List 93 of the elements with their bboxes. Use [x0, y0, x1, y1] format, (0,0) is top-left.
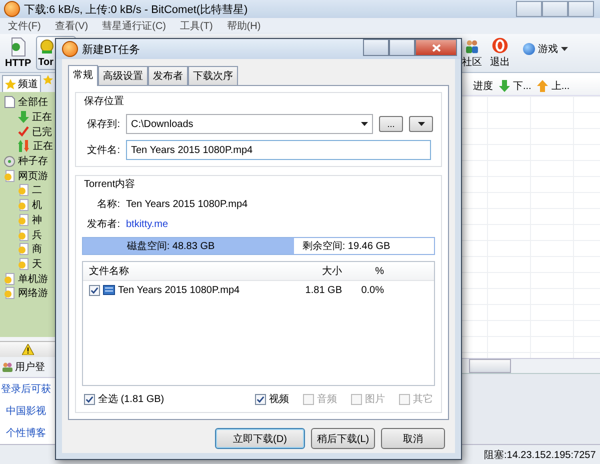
dialog-title: 新建BT任务	[82, 42, 140, 56]
checkbox[interactable]	[255, 394, 266, 404]
tree-item[interactable]: 商	[32, 242, 42, 256]
minimize-button[interactable]	[363, 39, 389, 56]
page-icon	[4, 96, 15, 108]
window-title: 下载:6 kB/s, 上传:0 kB/s - BitComet(比特彗星)	[24, 2, 248, 16]
filename-field[interactable]: Ten Years 2015 1080P.mp4	[126, 140, 431, 160]
link[interactable]: 个性博客	[0, 422, 56, 444]
tab[interactable]: 常规	[68, 65, 98, 86]
percent-text: 0.0%	[360, 284, 385, 296]
menu-item[interactable]: 查看(V)	[54, 19, 88, 33]
group-title: Torrent内容	[84, 178, 136, 191]
toolbar-button[interactable]: 退出	[487, 36, 513, 70]
tree-item[interactable]: 单机游	[18, 272, 48, 286]
star-icon	[43, 75, 53, 85]
panel-title: 用户登	[15, 360, 45, 374]
tab[interactable]: 发布者	[148, 66, 188, 85]
dialog-button[interactable]: 立即下载(D)	[215, 428, 305, 449]
close-icon	[432, 44, 440, 52]
down-arrow-icon	[18, 111, 29, 124]
group-title: 保存位置	[84, 94, 125, 108]
caret-icon	[361, 122, 368, 126]
tree-item[interactable]: 兵	[32, 228, 42, 242]
up-arrow-icon	[537, 80, 548, 92]
maximize-button[interactable]	[389, 39, 415, 56]
file-name: Ten Years 2015 1080P.mp4	[118, 284, 240, 296]
disc-icon	[4, 156, 15, 167]
video-file-icon	[103, 285, 115, 295]
disk-free-text: 剩余空间: 19.46 GB	[302, 240, 390, 253]
checkmark-icon	[18, 126, 29, 138]
toolbar-button[interactable]: 社区	[459, 36, 485, 70]
tree-item[interactable]: 已完	[32, 124, 52, 139]
minimize-button[interactable]	[516, 1, 542, 17]
scrollbar-thumb[interactable]	[469, 359, 511, 373]
tree-item[interactable]: 网络游	[18, 286, 48, 300]
toolbar-button[interactable]: HTTP	[2, 36, 34, 70]
dropdown-button[interactable]	[409, 116, 433, 132]
power-icon	[490, 37, 510, 54]
star-icon	[5, 78, 16, 90]
tree-item[interactable]: 机	[32, 198, 42, 212]
checkbox[interactable]	[84, 394, 95, 404]
tree-item[interactable]: 全部任	[18, 95, 48, 110]
checkbox[interactable]	[89, 284, 100, 296]
disk-total-text: 磁盘空间: 48.83 GB	[126, 240, 215, 253]
page-plus-icon	[9, 37, 28, 57]
close-button[interactable]	[415, 39, 457, 56]
games-menu-button[interactable]: 游戏	[521, 42, 570, 56]
tree-item[interactable]: 网页游	[18, 168, 48, 183]
column-header[interactable]: 下...	[513, 79, 532, 93]
tab[interactable]: 下载次序	[188, 66, 238, 85]
field-label: 文件名:	[86, 144, 120, 157]
caret-icon	[418, 122, 424, 126]
app-logo-icon	[4, 1, 20, 17]
field-label: 发布者:	[86, 218, 120, 231]
column-header[interactable]: 文件名称	[83, 264, 282, 278]
down-arrow-icon	[499, 80, 510, 92]
browse-button[interactable]: ...	[379, 116, 403, 132]
menu-item[interactable]: 帮助(H)	[226, 19, 261, 33]
tab[interactable]: 高级设置	[98, 66, 148, 85]
dialog-button[interactable]: 取消	[381, 428, 445, 449]
maximize-button[interactable]	[542, 1, 568, 17]
menu-item[interactable]: 彗星通行证(C)	[102, 19, 166, 33]
tree-item[interactable]: 神	[32, 212, 42, 227]
tree-item[interactable]: 二	[32, 183, 42, 198]
link[interactable]: 登录后可获	[0, 378, 56, 400]
up-down-arrows-icon	[18, 140, 30, 152]
tree-item[interactable]: 正在	[32, 110, 52, 124]
file-size: 1.81 GB	[304, 284, 343, 296]
status-text: 阻塞:14.23.152.195:7257	[484, 448, 596, 462]
users-icon	[2, 362, 13, 372]
sidebar-tab[interactable]: 频道	[2, 75, 41, 92]
link[interactable]: 中国影视	[0, 400, 56, 422]
dialog-button[interactable]: 稍后下载(L)	[311, 428, 375, 449]
publisher-link[interactable]: btkitty.me	[126, 218, 168, 230]
warning-icon	[22, 344, 34, 355]
checkbox-label[interactable]: 视频	[269, 392, 289, 406]
folder-dropdown[interactable]: C:\Downloads	[126, 114, 373, 134]
field-label: 保存到:	[86, 118, 120, 131]
field-label: 名称:	[96, 198, 120, 211]
menu-item[interactable]: 工具(T)	[180, 19, 213, 33]
column-header[interactable]: %	[348, 266, 434, 276]
column-header[interactable]: 上...	[551, 79, 570, 93]
menu-item[interactable]: 文件(F)	[8, 19, 41, 33]
tree-item[interactable]: 正在	[33, 139, 53, 154]
tree-item[interactable]: 种子存	[18, 154, 48, 168]
checkbox-label[interactable]: 全选 (1.81 GB)	[98, 392, 164, 406]
column-header[interactable]: 进度	[473, 79, 493, 93]
column-header[interactable]: 大小	[282, 264, 348, 278]
app-logo-icon	[62, 41, 78, 57]
close-button[interactable]	[568, 1, 594, 17]
tree-item[interactable]: 天	[32, 256, 42, 271]
caret-icon	[561, 47, 568, 51]
torrent-name: Ten Years 2015 1080P.mp4	[126, 198, 248, 210]
